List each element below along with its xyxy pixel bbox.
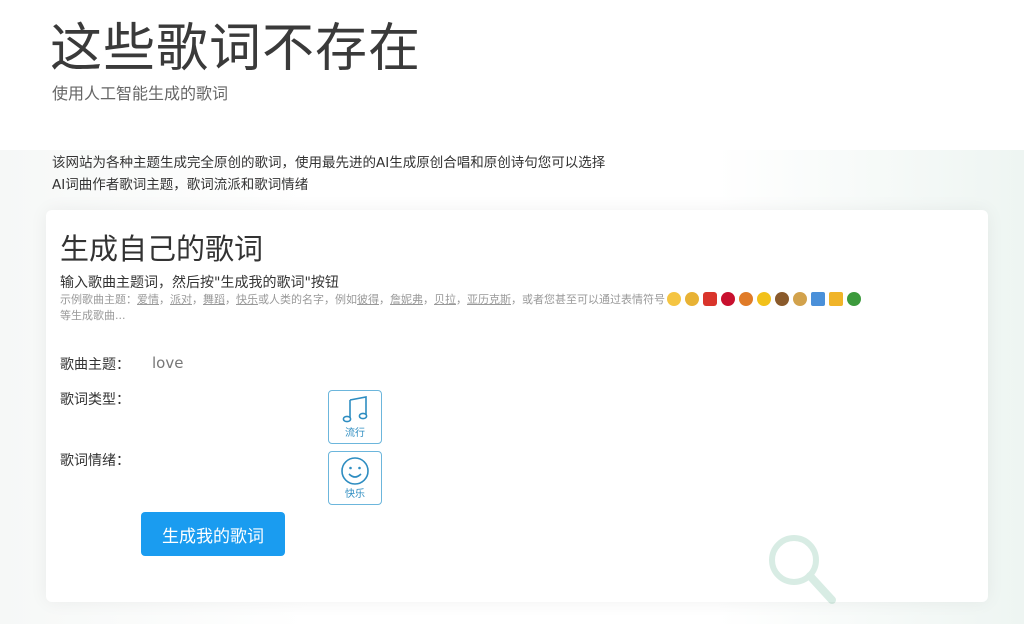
genre-label: 歌词类型： [60, 392, 130, 408]
example-link-peter[interactable]: 彼得 [357, 293, 379, 306]
cool-emoji-icon[interactable] [685, 292, 699, 306]
intro-line-1: 该网站为各种主题生成完全原创的歌词，使用最先进的AI生成原创合唱和原创诗句您可以… [52, 155, 606, 171]
dance-emoji-icon[interactable] [793, 292, 807, 306]
example-link-happy[interactable]: 快乐 [236, 293, 258, 306]
examples-prefix: 示例歌曲主题： [60, 293, 137, 306]
poo-emoji-icon[interactable] [775, 292, 789, 306]
intro-text: 该网站为各种主题生成完全原创的歌词，使用最先进的AI生成原创合唱和原创诗句您可以… [52, 152, 692, 196]
smile-emoji-icon[interactable] [667, 292, 681, 306]
topic-label: 歌曲主题： [60, 357, 130, 373]
photo-emoji-icon[interactable] [811, 292, 825, 306]
mood-option-happy[interactable]: 快乐 [328, 451, 382, 505]
card-title: 生成自己的歌词 [60, 232, 264, 266]
heart-emoji-icon[interactable] [703, 292, 717, 306]
lips-emoji-icon[interactable] [721, 292, 735, 306]
site-subtitle: 使用人工智能生成的歌词 [52, 84, 229, 103]
sun-emoji-icon[interactable] [757, 292, 771, 306]
example-link-dance[interactable]: 舞蹈 [203, 293, 225, 306]
smiley-face-icon [341, 457, 369, 485]
genre-option-label: 流行 [345, 428, 365, 439]
examples-emoji-text: ，或者您甚至可以通过表情符号 [511, 293, 665, 306]
example-link-bella[interactable]: 贝拉 [434, 293, 456, 306]
examples-names-text: 或人类的名字，例如 [258, 293, 357, 306]
example-link-alex[interactable]: 亚历克斯 [467, 293, 511, 306]
example-link-party[interactable]: 派对 [170, 293, 192, 306]
genre-option-pop[interactable]: 流行 [328, 390, 382, 444]
example-link-love[interactable]: 爱情 [137, 293, 159, 306]
music-note-icon [342, 396, 368, 423]
examples-suffix: 等生成歌曲... [60, 309, 126, 322]
ball-emoji-icon[interactable] [739, 292, 753, 306]
clover-emoji-icon[interactable] [847, 292, 861, 306]
site-title: 这些歌词不存在 [50, 19, 422, 79]
mood-option-label: 快乐 [345, 489, 365, 500]
example-topics: 示例歌曲主题：爱情，派对，舞蹈，快乐或人类的名字，例如彼得，詹妮弗，贝拉，亚历克… [60, 292, 920, 324]
example-link-jennifer[interactable]: 詹妮弗 [390, 293, 423, 306]
magnifier-watermark-icon [760, 528, 840, 612]
mood-label: 歌词情绪： [60, 453, 130, 469]
beer-emoji-icon[interactable] [829, 292, 843, 306]
generator-card: 生成自己的歌词 输入歌曲主题词，然后按"生成我的歌词"按钮 示例歌曲主题：爱情，… [46, 210, 988, 602]
generate-lyrics-button[interactable]: 生成我的歌词 [141, 512, 285, 556]
instruction-text: 输入歌曲主题词，然后按"生成我的歌词"按钮 [60, 275, 339, 291]
intro-line-2: AI词曲作者歌词主题，歌词流派和歌词情绪 [52, 177, 309, 193]
topic-value[interactable]: love [152, 354, 183, 372]
